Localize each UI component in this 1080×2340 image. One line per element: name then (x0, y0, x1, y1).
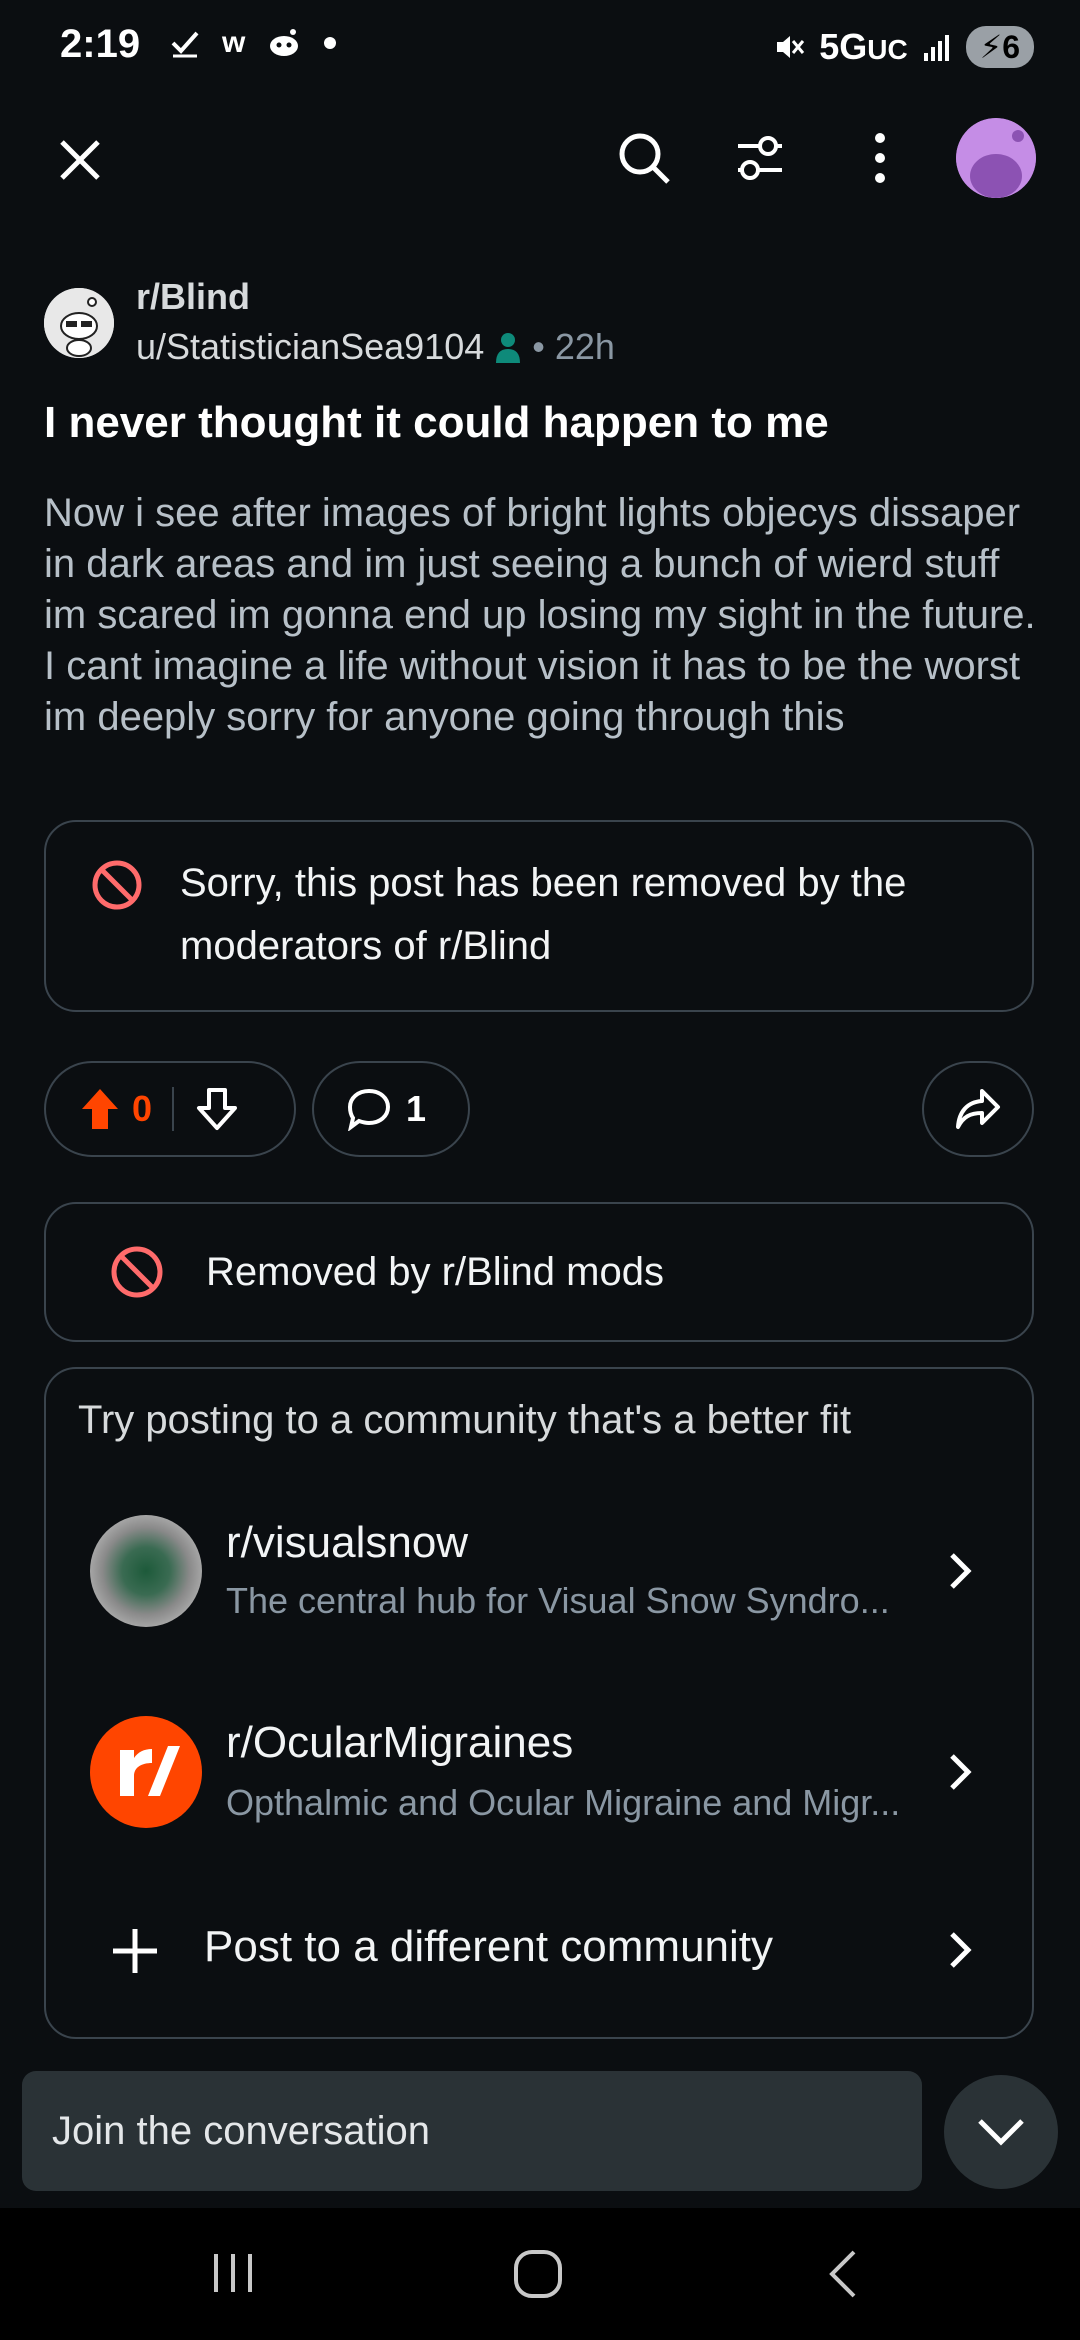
filter-icon (738, 136, 782, 180)
downvote-icon (197, 1088, 238, 1130)
close-icon (60, 140, 100, 180)
snoo-icon (44, 288, 114, 358)
home-icon (514, 2250, 562, 2298)
close-button[interactable] (48, 128, 112, 192)
comments-button[interactable]: 1 (312, 1061, 470, 1157)
post-title: I never thought it could happen to me (44, 398, 829, 447)
user-avatar[interactable] (956, 118, 1036, 198)
plus-icon (113, 1929, 157, 1973)
recents-button[interactable] (208, 2248, 258, 2298)
vote-divider (172, 1087, 175, 1131)
home-button[interactable] (510, 2246, 566, 2302)
chevron-down-icon (978, 2119, 1024, 2146)
removed-notice-text: Sorry, this post has been removed by the… (180, 861, 907, 968)
reddit-icon (270, 29, 299, 56)
post-body: Now i see after images of bright lights … (44, 491, 1036, 739)
r-slash-icon (120, 1746, 180, 1796)
ocularmigraines-community-icon (90, 1716, 202, 1828)
community-name: r/visualsnow (226, 1518, 469, 1567)
comment-icon (347, 1088, 391, 1131)
search-icon (619, 133, 670, 184)
network-label: 5GUC (819, 26, 908, 67)
signal-icon (923, 35, 949, 61)
comment-count: 1 (406, 1088, 427, 1129)
removed-icon (92, 860, 142, 910)
community-name: r/OcularMigraines (226, 1718, 574, 1767)
avatar-icon (956, 118, 1036, 198)
battery-charging-icon: ⚡6 (965, 26, 1034, 68)
community-description: The central hub for Visual Snow Syndro..… (226, 1580, 890, 1621)
share-button[interactable] (922, 1061, 1034, 1157)
chevron-right-icon (950, 1754, 972, 1790)
collapse-button[interactable] (944, 2075, 1058, 2189)
more-options-button[interactable] (848, 126, 912, 190)
share-icon (956, 1089, 1000, 1129)
dot-icon (324, 37, 337, 49)
chevron-right-icon (950, 1932, 972, 1968)
check-icon (171, 31, 199, 58)
visualsnow-community-icon (90, 1515, 202, 1627)
upvote-button[interactable]: 0 (46, 1087, 152, 1131)
subreddit-avatar[interactable] (44, 288, 114, 358)
author-line: u/StatisticianSea9104 • 22h (136, 326, 615, 368)
status-system-icons: 5GUC ⚡6 (773, 26, 1034, 68)
status-notification-icons: w (170, 26, 337, 60)
chevron-right-icon (950, 1553, 972, 1589)
post-age: • 22h (532, 326, 615, 367)
mod-notice: Removed by r/Blind mods (44, 1202, 1034, 1342)
author-name[interactable]: u/StatisticianSea9104 (136, 326, 484, 368)
back-icon (829, 2250, 856, 2298)
mute-icon (777, 36, 805, 58)
vote-pill: 0 (44, 1061, 296, 1157)
more-icon (875, 133, 885, 183)
upvote-icon (82, 1089, 118, 1129)
filter-button[interactable] (728, 126, 792, 190)
mod-notice-text: Removed by r/Blind mods (206, 1249, 664, 1294)
subreddit-name[interactable]: r/Blind (136, 276, 250, 318)
downvote-button[interactable] (196, 1086, 238, 1132)
post-to-different-community-label: Post to a different community (204, 1922, 774, 1971)
recents-icon (214, 2254, 252, 2292)
removed-icon (111, 1246, 163, 1298)
person-icon (496, 333, 521, 363)
w-icon: w (222, 26, 246, 59)
composer-placeholder: Join the conversation (52, 2108, 431, 2153)
search-button[interactable] (612, 126, 676, 190)
back-button[interactable] (818, 2246, 868, 2302)
status-time: 2:19 (60, 22, 141, 66)
upvote-count: 0 (132, 1088, 153, 1129)
comment-composer[interactable]: Join the conversation (22, 2071, 922, 2191)
suggestions-heading: Try posting to a community that's a bett… (78, 1398, 852, 1442)
community-description: Opthalmic and Ocular Migraine and Migr..… (226, 1782, 901, 1823)
